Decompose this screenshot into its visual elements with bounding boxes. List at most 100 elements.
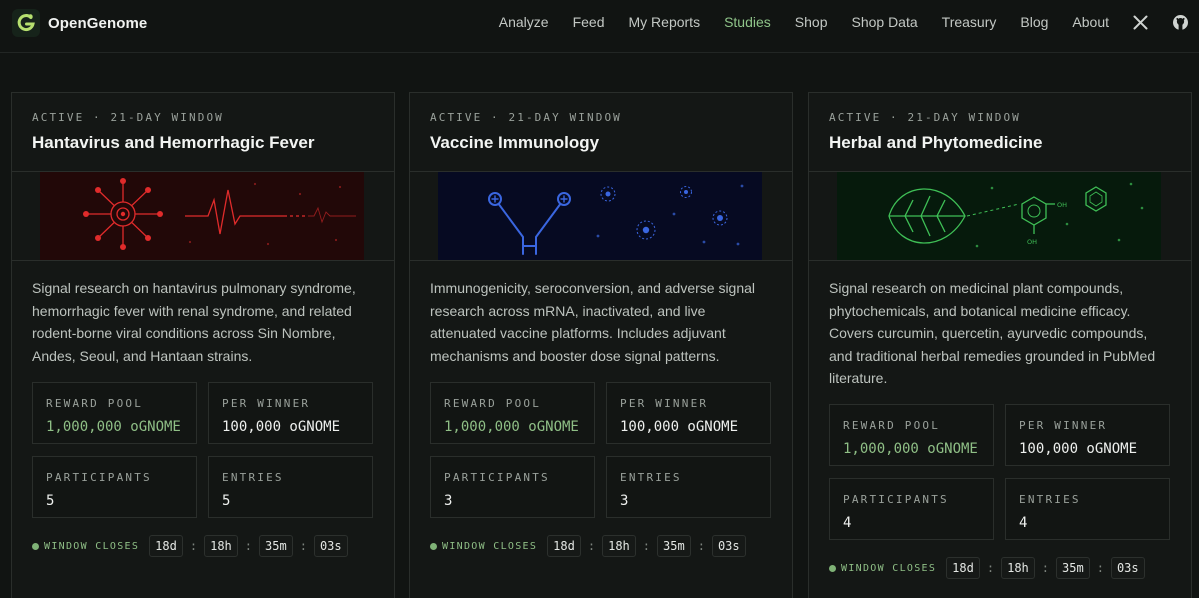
study-description: Immunogenicity, seroconversion, and adve… xyxy=(430,280,756,364)
top-nav: OpenGenome Analyze Feed My Reports Studi… xyxy=(0,0,1199,53)
countdown-seconds: 03s xyxy=(313,535,348,557)
countdown-separator: : xyxy=(299,539,307,553)
countdown-hours: 18h xyxy=(1001,557,1035,579)
countdown-days: 18d xyxy=(547,535,581,557)
countdown-days: 18d xyxy=(149,535,183,557)
countdown-hours: 18h xyxy=(204,535,238,557)
nav-links: Analyze Feed My Reports Studies Shop Sho… xyxy=(499,0,1199,44)
countdown-separator: : xyxy=(986,561,995,575)
entries-label: ENTRIES xyxy=(222,471,284,484)
countdown-seconds: 03s xyxy=(1110,557,1145,579)
per-winner-value: 100,000 oGNOME xyxy=(222,419,341,435)
reward-pool-box: REWARD POOL 1,000,000 oGNOME xyxy=(430,382,595,444)
entries-box: ENTRIES 3 xyxy=(606,456,771,518)
entries-label: ENTRIES xyxy=(1019,493,1081,506)
nav-shop[interactable]: Shop xyxy=(795,14,828,30)
per-winner-label: PER WINNER xyxy=(222,397,311,410)
per-winner-box: PER WINNER 100,000 oGNOME xyxy=(1005,404,1170,466)
participants-box: PARTICIPANTS 5 xyxy=(32,456,197,518)
per-winner-box: PER WINNER 100,000 oGNOME xyxy=(606,382,771,444)
status-dot-icon xyxy=(430,542,437,550)
x-icon[interactable] xyxy=(1133,15,1148,30)
study-description: Signal research on medicinal plant compo… xyxy=(829,280,1156,387)
countdown-minutes: 35m xyxy=(657,535,691,557)
per-winner-value: 100,000 oGNOME xyxy=(620,419,739,435)
nav-shop-data[interactable]: Shop Data xyxy=(851,14,917,30)
participants-box: PARTICIPANTS 4 xyxy=(829,478,994,540)
entries-value: 4 xyxy=(1019,515,1028,531)
reward-pool-value: 1,000,000 oGNOME xyxy=(444,419,579,435)
participants-value: 5 xyxy=(46,493,55,509)
window-closes-label: WINDOW CLOSES xyxy=(841,562,937,574)
study-description: Signal research on hantavirus pulmonary … xyxy=(32,280,356,364)
countdown-separator: : xyxy=(189,539,198,553)
countdown-hours: 18h xyxy=(602,535,636,557)
countdown-separator: : xyxy=(697,539,705,553)
study-title: Vaccine Immunology xyxy=(430,133,600,152)
study-art-band xyxy=(410,171,792,261)
countdown-timer: WINDOW CLOSES 18d : 18h : 35m : 03s xyxy=(32,535,348,557)
study-card[interactable]: ACTIVE · 21-DAY WINDOW Vaccine Immunolog… xyxy=(409,92,793,598)
study-status: ACTIVE · 21-DAY WINDOW xyxy=(32,111,224,124)
window-closes-label: WINDOW CLOSES xyxy=(44,540,140,552)
countdown-separator: : xyxy=(1096,561,1104,575)
countdown-separator: : xyxy=(1041,561,1050,575)
reward-pool-box: REWARD POOL 1,000,000 oGNOME xyxy=(829,404,994,466)
countdown-minutes: 35m xyxy=(1056,557,1090,579)
reward-pool-value: 1,000,000 oGNOME xyxy=(46,419,181,435)
antibody-illustration xyxy=(438,172,762,260)
reward-pool-box: REWARD POOL 1,000,000 oGNOME xyxy=(32,382,197,444)
status-dot-icon xyxy=(32,542,39,550)
oh-label: OH xyxy=(1027,238,1037,246)
study-card[interactable]: ACTIVE · 21-DAY WINDOW Herbal and Phytom… xyxy=(808,92,1192,598)
participants-box: PARTICIPANTS 3 xyxy=(430,456,595,518)
entries-box: ENTRIES 4 xyxy=(1005,478,1170,540)
brand-name: OpenGenome xyxy=(48,14,148,32)
participants-label: PARTICIPANTS xyxy=(46,471,152,484)
study-status: ACTIVE · 21-DAY WINDOW xyxy=(430,111,622,124)
participants-label: PARTICIPANTS xyxy=(843,493,949,506)
entries-value: 5 xyxy=(222,493,231,509)
per-winner-value: 100,000 oGNOME xyxy=(1019,441,1138,457)
reward-pool-label: REWARD POOL xyxy=(444,397,542,410)
nav-feed[interactable]: Feed xyxy=(573,14,605,30)
study-art-band xyxy=(12,171,394,261)
countdown-seconds: 03s xyxy=(711,535,746,557)
virus-heartbeat-illustration xyxy=(40,172,364,260)
countdown-minutes: 35m xyxy=(259,535,293,557)
participants-value: 4 xyxy=(843,515,852,531)
nav-studies[interactable]: Studies xyxy=(724,14,771,30)
entries-value: 3 xyxy=(620,493,629,509)
countdown-timer: WINDOW CLOSES 18d : 18h : 35m : 03s xyxy=(430,535,746,557)
countdown-days: 18d xyxy=(946,557,980,579)
per-winner-label: PER WINNER xyxy=(620,397,709,410)
brand[interactable]: OpenGenome xyxy=(12,9,147,37)
reward-pool-label: REWARD POOL xyxy=(843,419,941,432)
study-status: ACTIVE · 21-DAY WINDOW xyxy=(829,111,1021,124)
study-title: Herbal and Phytomedicine xyxy=(829,133,1043,152)
countdown-separator: : xyxy=(244,539,253,553)
participants-value: 3 xyxy=(444,493,453,509)
per-winner-box: PER WINNER 100,000 oGNOME xyxy=(208,382,373,444)
status-dot-icon xyxy=(829,564,836,572)
nav-my-reports[interactable]: My Reports xyxy=(629,14,701,30)
per-winner-label: PER WINNER xyxy=(1019,419,1108,432)
reward-pool-value: 1,000,000 oGNOME xyxy=(843,441,978,457)
window-closes-label: WINDOW CLOSES xyxy=(442,540,538,552)
countdown-separator: : xyxy=(587,539,596,553)
nav-blog[interactable]: Blog xyxy=(1020,14,1048,30)
nav-analyze[interactable]: Analyze xyxy=(499,14,549,30)
study-card[interactable]: ACTIVE · 21-DAY WINDOW Hantavirus and He… xyxy=(11,92,395,598)
reward-pool-label: REWARD POOL xyxy=(46,397,144,410)
entries-box: ENTRIES 5 xyxy=(208,456,373,518)
nav-treasury[interactable]: Treasury xyxy=(942,14,997,30)
opengenome-logo-icon xyxy=(12,9,40,37)
study-art-band: OH OH xyxy=(809,171,1191,261)
countdown-timer: WINDOW CLOSES 18d : 18h : 35m : 03s xyxy=(829,557,1145,579)
github-icon[interactable] xyxy=(1172,14,1189,31)
nav-about[interactable]: About xyxy=(1072,14,1109,30)
leaf-molecule-illustration: OH OH xyxy=(837,172,1161,260)
countdown-separator: : xyxy=(642,539,651,553)
oh-label: OH xyxy=(1057,201,1067,209)
entries-label: ENTRIES xyxy=(620,471,682,484)
